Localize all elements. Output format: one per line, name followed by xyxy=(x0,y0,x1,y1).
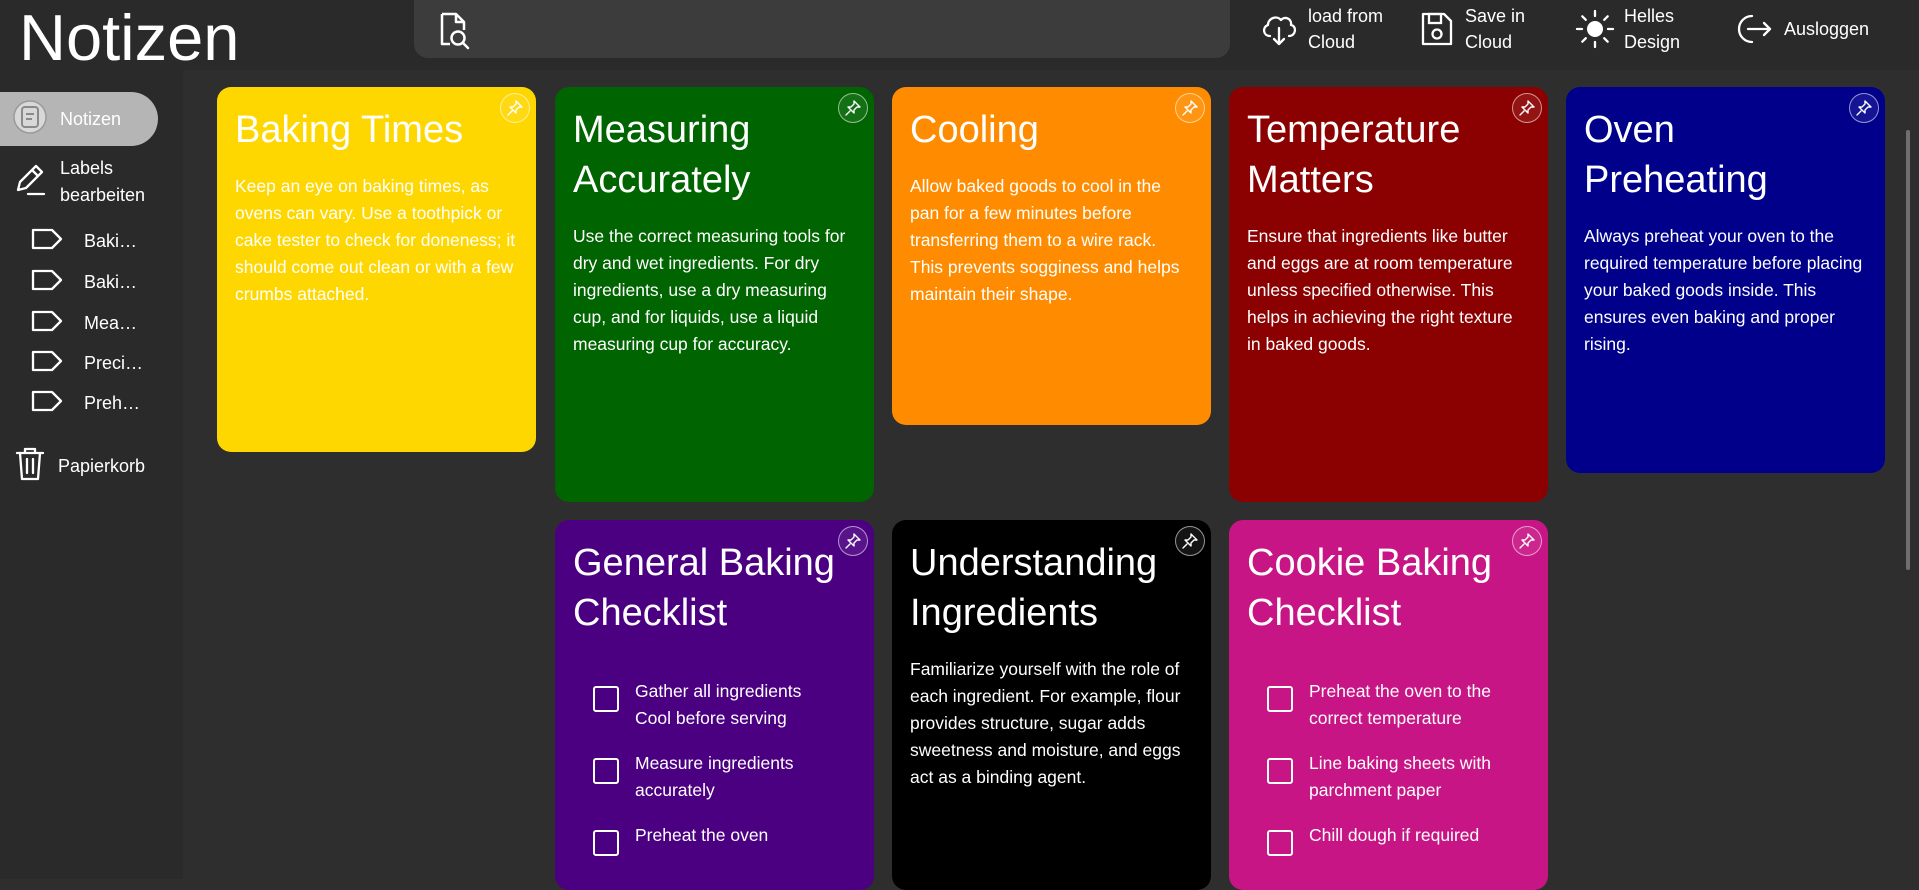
note-card[interactable]: General Baking Checklist Gather all ingr… xyxy=(555,520,874,890)
sidebar-label-item[interactable]: Meas… xyxy=(30,308,144,338)
checkbox[interactable] xyxy=(593,758,619,784)
sidebar-label-text: Baki… xyxy=(84,271,138,292)
search-document-icon[interactable] xyxy=(434,10,472,50)
notes-icon xyxy=(12,99,48,140)
search-bar[interactable] xyxy=(414,0,1230,58)
logout-label: Ausloggen xyxy=(1784,19,1870,39)
sidebar-item-notes-label: Notizen xyxy=(60,108,122,129)
app-title: Notizen xyxy=(19,1,240,74)
label-tag-icon xyxy=(30,268,64,297)
note-title: General Baking Checklist xyxy=(573,542,835,634)
checkbox[interactable] xyxy=(1267,830,1293,856)
note-title: Temperature Matters xyxy=(1247,109,1461,201)
sidebar-label-text: Preci… xyxy=(84,352,144,373)
checklist-item: Chill dough if required xyxy=(1267,822,1530,856)
checkbox[interactable] xyxy=(593,686,619,712)
trash-icon xyxy=(14,446,46,487)
save-in-cloud-button[interactable]: Save in Cloud xyxy=(1415,0,1525,58)
pin-icon[interactable] xyxy=(838,526,868,556)
pencil-icon xyxy=(12,162,48,203)
note-body: Use the correct measuring tools for dry … xyxy=(573,226,846,354)
checkbox[interactable] xyxy=(1267,686,1293,712)
sidebar-label-text: Baki… xyxy=(84,230,138,251)
checklist: Preheat the oven to the correct temperat… xyxy=(1247,678,1530,856)
sidebar-label-item[interactable]: Preci… xyxy=(30,348,144,378)
note-card[interactable]: Cooling Allow baked goods to cool in the… xyxy=(892,87,1211,425)
save-icon xyxy=(1415,8,1457,50)
sidebar-item-edit-labels[interactable]: Labels bearbeiten xyxy=(0,152,145,212)
checklist-item: Measure ingredients accurately xyxy=(593,750,856,804)
sidebar-item-trash[interactable]: Papierkorb xyxy=(0,442,145,490)
note-title: Oven Preheating xyxy=(1584,109,1768,201)
label-tag-icon xyxy=(30,389,64,418)
sun-icon xyxy=(1574,8,1616,50)
sidebar-item-notes[interactable]: Notizen xyxy=(0,92,158,146)
checklist-item: Gather all ingredients Cool before servi… xyxy=(593,678,856,732)
checklist-item-text: Measure ingredients accurately xyxy=(635,753,794,800)
checkbox[interactable] xyxy=(1267,758,1293,784)
note-card[interactable]: Cookie Baking Checklist Preheat the oven… xyxy=(1229,520,1548,890)
sidebar-label-item[interactable]: Baki… xyxy=(30,226,144,256)
sidebar-item-edit-labels-label: Labels bearbeiten xyxy=(60,158,146,205)
light-theme-label: Helles Design xyxy=(1624,6,1681,52)
note-card[interactable]: Oven Preheating Always preheat your oven… xyxy=(1566,87,1885,473)
pin-icon[interactable] xyxy=(1512,526,1542,556)
note-title: Baking Times xyxy=(235,109,464,151)
sidebar-label-item[interactable]: Baki… xyxy=(30,267,144,297)
load-from-cloud-button[interactable]: load from Cloud xyxy=(1258,0,1383,58)
sidebar-label-text: Preh… xyxy=(84,392,141,413)
checklist-item: Preheat the oven xyxy=(593,822,856,856)
note-body: Always preheat your oven to the required… xyxy=(1584,226,1863,354)
checklist: Gather all ingredients Cool before servi… xyxy=(573,678,856,856)
sidebar-item-trash-label: Papierkorb xyxy=(58,455,146,476)
note-title: Cookie Baking Checklist xyxy=(1247,542,1493,634)
checklist-item-text: Preheat the oven xyxy=(635,825,769,845)
pin-icon[interactable] xyxy=(1512,93,1542,123)
save-in-cloud-label: Save in Cloud xyxy=(1465,6,1526,52)
logout-icon xyxy=(1734,8,1776,50)
label-tag-icon xyxy=(30,349,64,378)
note-body: Keep an eye on baking times, as ovens ca… xyxy=(235,176,516,304)
note-card[interactable]: Measuring Accurately Use the correct mea… xyxy=(555,87,874,502)
note-body: Allow baked goods to cool in the pan for… xyxy=(910,176,1180,304)
pin-icon[interactable] xyxy=(1175,526,1205,556)
load-from-cloud-label: load from Cloud xyxy=(1308,6,1384,52)
pin-icon[interactable] xyxy=(1175,93,1205,123)
note-body: Ensure that ingredients like butter and … xyxy=(1247,226,1513,354)
pin-icon[interactable] xyxy=(1849,93,1879,123)
sidebar: Notizen Labels bearbeiten Baki… Baki… Me… xyxy=(0,70,183,879)
label-tag-icon xyxy=(30,227,64,256)
cloud-download-icon xyxy=(1258,8,1300,50)
note-card[interactable]: Temperature Matters Ensure that ingredie… xyxy=(1229,87,1548,502)
logout-button[interactable]: Ausloggen xyxy=(1734,0,1869,58)
light-theme-button[interactable]: Helles Design xyxy=(1574,0,1680,58)
checklist-item: Line baking sheets with parchment paper xyxy=(1267,750,1530,804)
checklist-item-text: Line baking sheets with parchment paper xyxy=(1309,753,1491,800)
note-title: Cooling xyxy=(910,109,1039,151)
app-header: Notizen load from Cloud Save in Cloud He… xyxy=(0,0,1919,74)
checkbox[interactable] xyxy=(593,830,619,856)
sidebar-label-item[interactable]: Preh… xyxy=(30,388,144,418)
checklist-item-text: Chill dough if required xyxy=(1309,825,1480,845)
label-tag-icon xyxy=(30,309,64,338)
sidebar-label-text: Meas… xyxy=(84,312,144,333)
note-card[interactable]: Baking Times Keep an eye on baking times… xyxy=(217,87,536,452)
note-body: Familiarize yourself with the role of ea… xyxy=(910,659,1181,787)
checklist-item-text: Preheat the oven to the correct temperat… xyxy=(1309,681,1491,728)
note-card[interactable]: Understanding Ingredients Familiarize yo… xyxy=(892,520,1211,890)
note-title: Understanding Ingredients xyxy=(910,542,1158,634)
checklist-item-text: Gather all ingredients Cool before servi… xyxy=(635,681,802,728)
note-title: Measuring Accurately xyxy=(573,109,751,201)
pin-icon[interactable] xyxy=(500,93,530,123)
scrollbar[interactable] xyxy=(1906,130,1910,570)
pin-icon[interactable] xyxy=(838,93,868,123)
checklist-item: Preheat the oven to the correct temperat… xyxy=(1267,678,1530,732)
